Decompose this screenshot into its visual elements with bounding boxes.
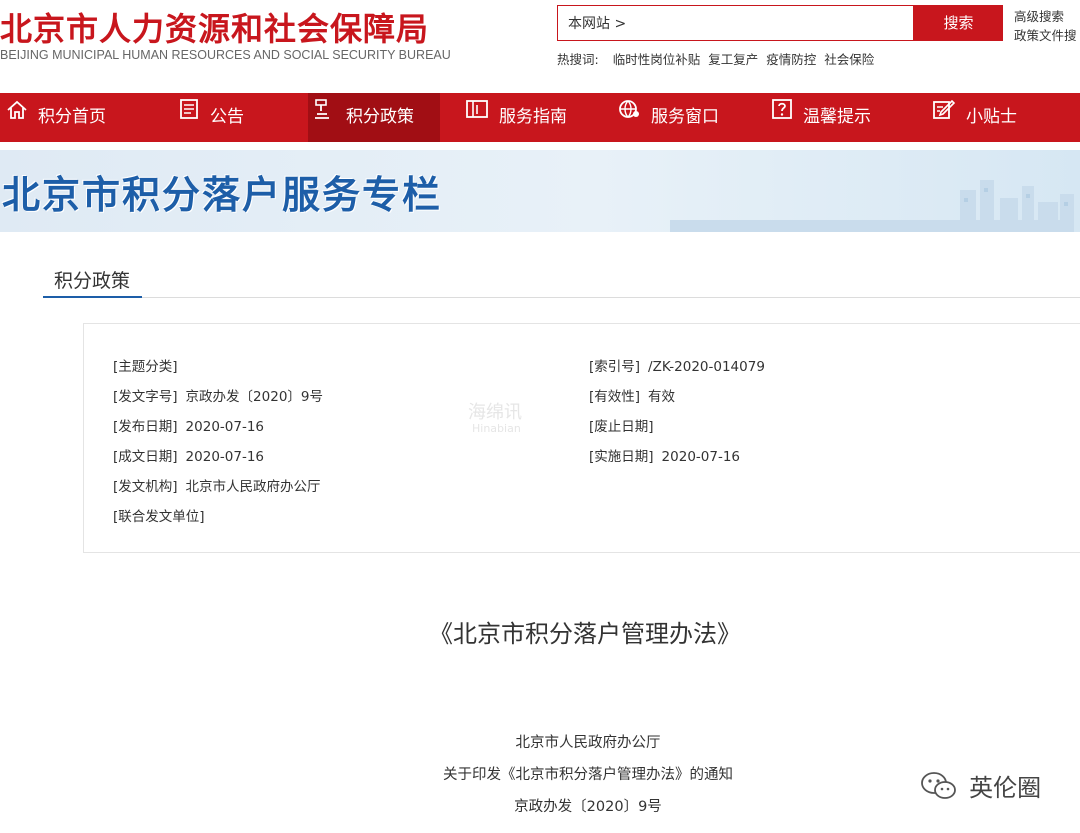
meta-key: [联合发文单位] [113, 509, 205, 525]
meta-value: 有效 [648, 389, 676, 405]
advanced-search-link[interactable]: 高级搜索 [1014, 6, 1064, 25]
policy-search-link[interactable]: 政策文件搜 [1014, 25, 1077, 44]
meta-key: [有效性] [589, 389, 641, 405]
meta-expiry-date: [废止日期] [589, 415, 662, 435]
hot-word-link[interactable]: 临时性岗位补贴 [613, 52, 701, 67]
meta-value: 2020-07-16 [661, 449, 741, 465]
search-input[interactable]: 本网站 > [557, 5, 914, 41]
document-issuer-line: 北京市人民政府办公厅 [515, 735, 661, 751]
meta-joint-issuer: [联合发文单位] [113, 505, 213, 525]
hot-words-label: 热搜词: [557, 52, 599, 67]
meta-index-number: [索引号] /ZK-2020-014079 [589, 355, 765, 375]
nav-item-policy[interactable]: 积分政策 [308, 93, 440, 142]
globe-icon [617, 91, 641, 140]
document-number-line: 京政办发〔2020〕9号 [514, 799, 662, 815]
meta-key: [实施日期] [589, 449, 654, 465]
nav-item-guide[interactable]: 服务指南 [465, 93, 567, 142]
nav-item-home[interactable]: 积分首页 [6, 93, 106, 142]
site-title-en: BEIJING MUNICIPAL HUMAN RESOURCES AND SO… [0, 48, 451, 62]
site-header: 北京市人力资源和社会保障局 BEIJING MUNICIPAL HUMAN RE… [0, 0, 1080, 92]
city-skyline-graphic [670, 180, 1074, 232]
watermark: 海绵讯 [468, 402, 522, 423]
nav-item-label: 积分首页 [38, 107, 106, 127]
banner: 北京市积分落户服务专栏 [0, 150, 1080, 232]
meta-value: 2020-07-16 [185, 449, 265, 465]
tab-policy[interactable]: 积分政策 [54, 266, 130, 293]
meta-written-date: [成文日期] 2020-07-16 [113, 445, 264, 465]
nav-item-label: 公告 [210, 107, 244, 127]
meta-value: 北京市人民政府办公厅 [185, 479, 321, 495]
nav-item-window[interactable]: 服务窗口 [617, 93, 719, 142]
hot-words: 热搜词: 临时性岗位补贴 复工复产 疫情防控 社会保险 [557, 49, 878, 68]
meta-effective-date: [实施日期] 2020-07-16 [589, 445, 740, 465]
meta-subject: [主题分类] [113, 355, 186, 375]
meta-key: [发布日期] [113, 419, 178, 435]
nav-item-label: 积分政策 [346, 107, 414, 127]
meta-value: 京政办发〔2020〕9号 [185, 389, 323, 405]
meta-value: /ZK-2020-014079 [648, 359, 765, 375]
home-icon [6, 91, 28, 140]
search-button[interactable]: 搜索 [914, 5, 1003, 41]
guide-icon [465, 91, 489, 140]
tab-active-indicator [43, 296, 142, 298]
site-title[interactable]: 北京市人力资源和社会保障局 [0, 4, 429, 50]
meta-publish-date: [发布日期] 2020-07-16 [113, 415, 264, 435]
hot-word-link[interactable]: 复工复产 [708, 52, 758, 67]
nav-item-notice[interactable]: 公告 [178, 93, 244, 142]
document-notice-line: 关于印发《北京市积分落户管理办法》的通知 [443, 767, 733, 783]
question-icon [771, 91, 793, 140]
hot-word-link[interactable]: 社会保险 [824, 52, 874, 67]
edit-icon [932, 91, 956, 140]
nav-item-label: 服务指南 [499, 107, 567, 127]
meta-value: 2020-07-16 [185, 419, 265, 435]
nav-item-label: 小贴士 [966, 107, 1017, 127]
main-nav: 积分首页 公告 积分政策 服务指南 服务窗口 温馨提示 小贴士 [0, 93, 1080, 142]
meta-key: [发文机构] [113, 479, 178, 495]
nav-item-tips[interactable]: 温馨提示 [771, 93, 871, 142]
meta-issuer: [发文机构] 北京市人民政府办公厅 [113, 475, 321, 495]
gavel-icon [312, 91, 336, 140]
search-scope[interactable]: 本网站 > [568, 13, 626, 33]
watermark-sub: Hinabian [472, 422, 521, 435]
meta-key: [索引号] [589, 359, 641, 375]
document-title: 《北京市积分落户管理办法》 [429, 620, 741, 648]
nav-item-label: 服务窗口 [651, 107, 719, 127]
meta-validity: [有效性] 有效 [589, 385, 675, 405]
brand-watermark: 英伦圈 [920, 768, 1041, 803]
meta-doc-number: [发文字号] 京政办发〔2020〕9号 [113, 385, 323, 405]
brand-name: 英伦圈 [969, 774, 1042, 802]
nav-item-label: 温馨提示 [803, 107, 871, 127]
meta-key: [发文字号] [113, 389, 178, 405]
meta-key: [成文日期] [113, 449, 178, 465]
meta-key: [主题分类] [113, 359, 178, 375]
notice-icon [178, 91, 200, 140]
wechat-icon [920, 771, 963, 799]
hot-word-link[interactable]: 疫情防控 [766, 52, 816, 67]
section-divider [43, 297, 1080, 298]
banner-title: 北京市积分落户服务专栏 [2, 173, 443, 217]
nav-item-hints[interactable]: 小贴士 [932, 93, 1017, 142]
document-meta-panel [83, 323, 1080, 553]
meta-key: [废止日期] [589, 419, 654, 435]
